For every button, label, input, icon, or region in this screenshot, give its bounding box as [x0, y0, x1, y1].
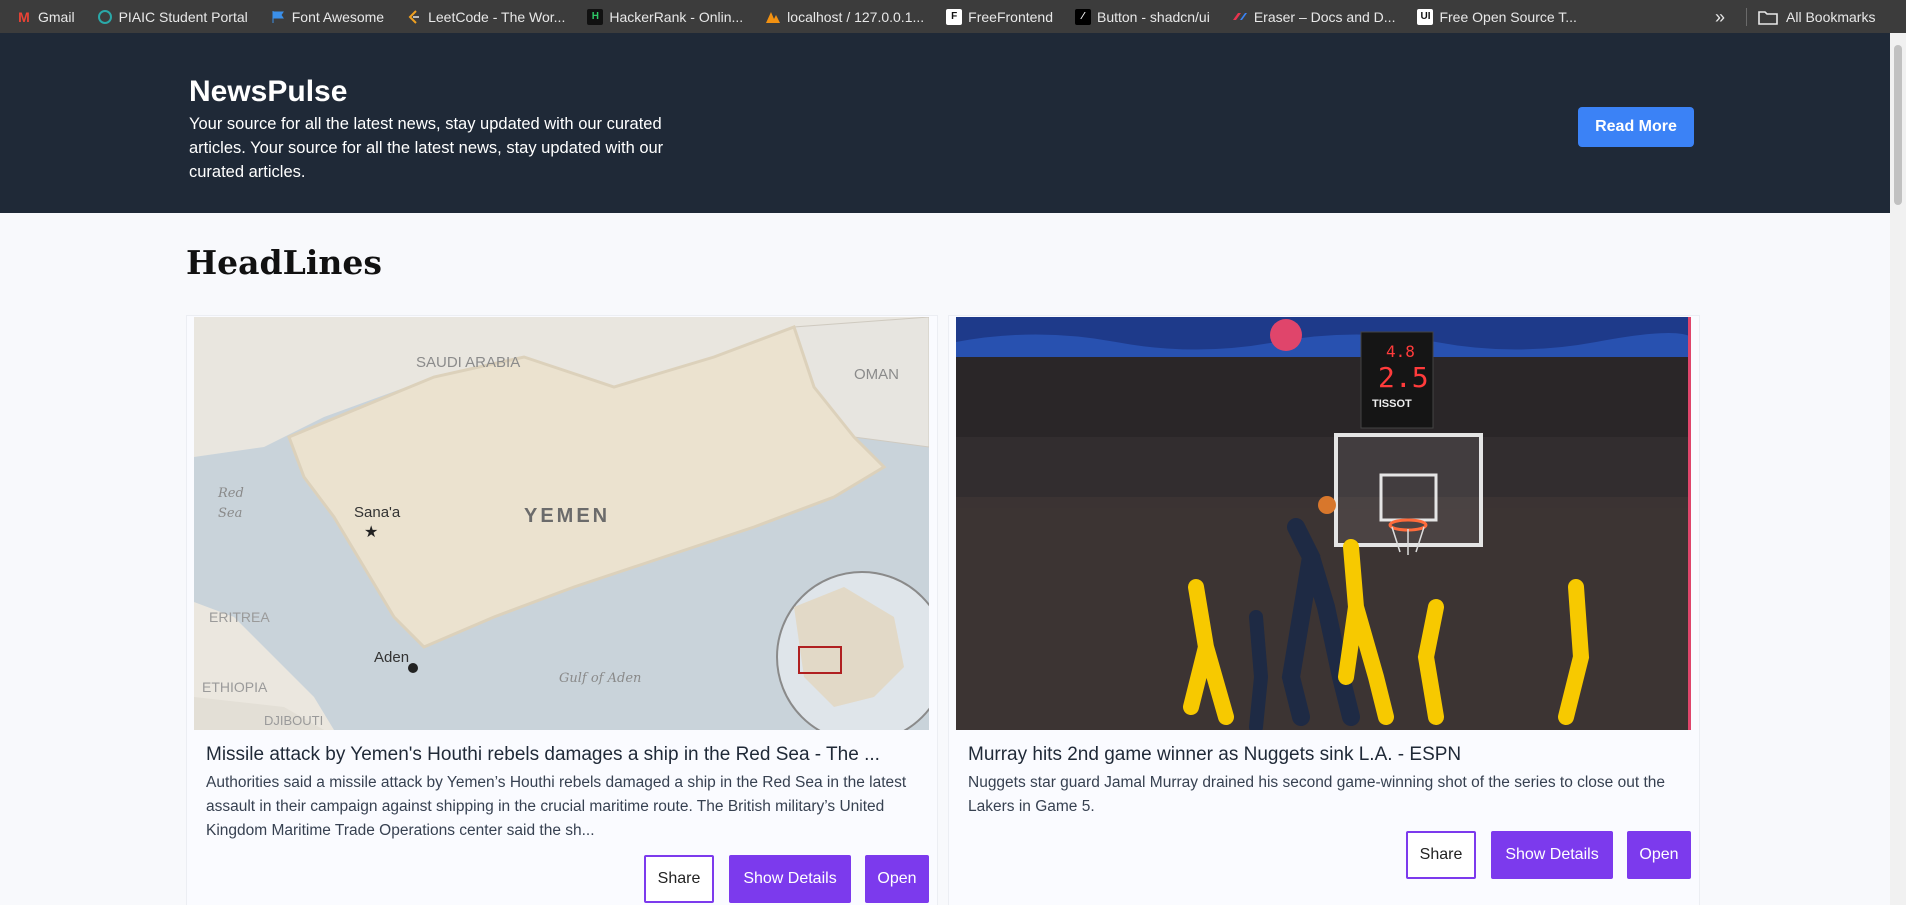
- gmail-icon: M: [18, 8, 30, 25]
- open-button[interactable]: Open: [865, 855, 929, 903]
- section-title: HeadLines: [186, 243, 382, 282]
- news-image-basketball: 4.8 2.5 TISSOT: [956, 317, 1691, 730]
- shot-clock-main: 2.5: [1378, 361, 1429, 394]
- bookmark-free-open-source[interactable]: UI Free Open Source T...: [1409, 4, 1584, 30]
- phpmyadmin-icon: [765, 9, 781, 25]
- bookmark-localhost[interactable]: localhost / 127.0.0.1...: [757, 4, 932, 30]
- flag-icon: [270, 9, 286, 25]
- site-header: NewsPulse Your source for all the latest…: [0, 33, 1890, 213]
- map-label-oman: OMAN: [854, 366, 899, 383]
- map-label-sanaa: Sana'a: [354, 504, 401, 521]
- shadcn-icon: ⁄: [1074, 8, 1091, 25]
- map-label-ethiopia: ETHIOPIA: [202, 679, 268, 695]
- sponsor-label: TISSOT: [1372, 398, 1412, 410]
- show-details-button[interactable]: Show Details: [729, 855, 851, 903]
- bookmark-eraser[interactable]: Eraser – Docs and D...: [1224, 4, 1404, 30]
- bookmarks-divider: [1746, 8, 1747, 26]
- map-label-yemen: YEMEN: [524, 505, 610, 527]
- bookmark-leetcode[interactable]: LeetCode - The Wor...: [398, 4, 573, 30]
- scrollbar-thumb[interactable]: [1894, 45, 1902, 205]
- show-details-button[interactable]: Show Details: [1491, 831, 1613, 879]
- all-bookmarks-button[interactable]: All Bookmarks: [1758, 4, 1875, 30]
- brand-title: NewsPulse: [189, 75, 348, 108]
- news-card-title[interactable]: Missile attack by Yemen's Houthi rebels …: [206, 744, 926, 766]
- read-more-button[interactable]: Read More: [1578, 107, 1694, 147]
- news-image-map: SAUDI ARABIA OMAN YEMEN Sana'a ★ Aden Re…: [194, 317, 929, 730]
- bookmark-gmail[interactable]: M Gmail: [8, 4, 83, 30]
- piaic-icon: [97, 9, 113, 25]
- news-card-description: Nuggets star guard Jamal Murray drained …: [968, 774, 1666, 815]
- map-label-saudi: SAUDI ARABIA: [416, 354, 520, 371]
- news-card-title[interactable]: Murray hits 2nd game winner as Nuggets s…: [968, 744, 1688, 766]
- capital-star-icon: ★: [364, 524, 378, 541]
- bookmark-hackerrank[interactable]: H HackerRank - Onlin...: [579, 4, 751, 30]
- open-button[interactable]: Open: [1627, 831, 1691, 879]
- news-card: SAUDI ARABIA OMAN YEMEN Sana'a ★ Aden Re…: [186, 315, 938, 905]
- eraser-icon: [1232, 9, 1248, 25]
- ui-icon: UI: [1417, 8, 1434, 25]
- news-card: 4.8 2.5 TISSOT Murray hits 2nd game winn…: [948, 315, 1700, 905]
- folder-icon: [1758, 9, 1778, 25]
- shot-clock-top: 4.8: [1386, 342, 1415, 361]
- brand-tagline: Your source for all the latest news, sta…: [189, 115, 664, 181]
- more-bookmarks-chevron-icon[interactable]: »: [1708, 4, 1732, 30]
- bookmark-font-awesome[interactable]: Font Awesome: [262, 4, 392, 30]
- hackerrank-icon: H: [587, 8, 604, 25]
- bookmark-piaic[interactable]: PIAIC Student Portal: [89, 4, 256, 30]
- share-button[interactable]: Share: [644, 855, 714, 903]
- map-label-aden: Aden: [374, 649, 409, 666]
- bookmark-freefrontend[interactable]: F FreeFrontend: [938, 4, 1061, 30]
- leetcode-icon: [406, 9, 422, 25]
- map-label-eritrea: ERITREA: [209, 609, 270, 625]
- news-card-description: Authorities said a missile attack by Yem…: [206, 774, 907, 839]
- map-label-red: Red: [217, 486, 244, 501]
- bookmark-shadcn[interactable]: ⁄ Button - shadcn/ui: [1067, 4, 1218, 30]
- map-label-gulf: Gulf of Aden: [559, 671, 641, 686]
- share-button[interactable]: Share: [1406, 831, 1476, 879]
- bookmarks-bar: M Gmail PIAIC Student Portal Font Awesom…: [0, 0, 1906, 33]
- map-label-djibouti: DJIBOUTI: [264, 713, 323, 728]
- page-scrollbar[interactable]: [1890, 33, 1906, 905]
- freefrontend-icon: F: [946, 8, 963, 25]
- map-label-sea: Sea: [218, 506, 242, 521]
